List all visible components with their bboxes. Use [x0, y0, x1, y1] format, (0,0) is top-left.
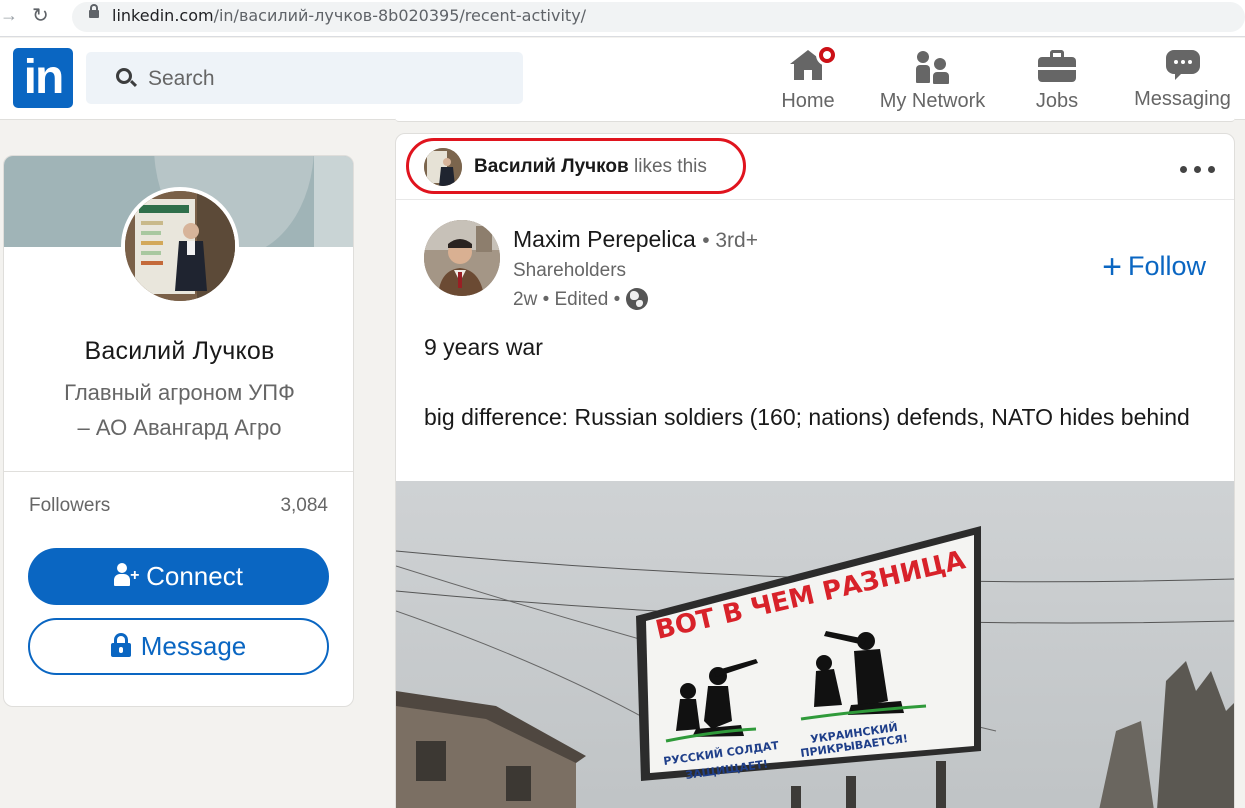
profile-name[interactable]: Василий Лучков: [4, 337, 353, 366]
search-input[interactable]: [148, 65, 508, 93]
followers-label: Followers: [29, 495, 111, 516]
search-icon: [116, 68, 132, 84]
lock-icon: [89, 4, 99, 18]
author-avatar[interactable]: [424, 220, 500, 296]
nav-item-messaging[interactable]: Messaging: [1125, 38, 1240, 120]
plus-icon: +: [1102, 248, 1122, 286]
activity-header: Василий Лучков likes this: [396, 134, 1234, 200]
home-icon: [788, 44, 838, 80]
nav-item-jobs[interactable]: Jobs: [1022, 38, 1092, 120]
nav-label-my-network: My Network: [879, 90, 986, 112]
messaging-icon: [1165, 50, 1200, 80]
network-icon: [915, 50, 950, 84]
forward-arrow-icon[interactable]: →: [0, 5, 18, 26]
reload-icon[interactable]: ↻: [32, 3, 49, 28]
connection-degree: • 3rd+: [702, 229, 758, 252]
lock-icon: [110, 633, 131, 657]
follow-button[interactable]: + Follow: [1102, 248, 1206, 287]
nav-label-jobs: Jobs: [1035, 90, 1079, 112]
nav-label-home: Home: [781, 90, 835, 112]
jobs-icon: [1038, 50, 1076, 82]
message-button-label: Message: [140, 631, 247, 661]
linkedin-logo[interactable]: in: [13, 48, 73, 108]
globe-icon: [626, 288, 649, 310]
add-person-icon: +: [114, 563, 140, 587]
profile-avatar[interactable]: [121, 187, 239, 305]
connect-button-label: Connect: [146, 561, 243, 591]
connect-button[interactable]: + Connect: [28, 548, 329, 605]
author-name[interactable]: Maxim Perepelica • 3rd+: [513, 226, 758, 253]
url-field[interactable]: linkedin.com/in/василий-лучков-8b020395/…: [72, 2, 1245, 32]
author-subtitle: Shareholders: [513, 260, 627, 281]
divider: [4, 471, 353, 472]
notification-dot: [816, 44, 838, 66]
url-text[interactable]: linkedin.com/in/василий-лучков-8b020395/…: [112, 6, 586, 25]
profile-headline: Главный агроном УПФ – АО Авангард Агро: [34, 375, 325, 445]
nav-item-home[interactable]: Home: [770, 38, 846, 120]
follow-button-label: Follow: [1127, 251, 1206, 281]
post-text-line1: 9 years war: [424, 334, 543, 360]
browser-address-bar: → ↻ linkedin.com/in/василий-лучков-8b020…: [0, 0, 1245, 37]
message-button[interactable]: Message: [28, 618, 329, 675]
previous-post-edge: [395, 118, 1235, 122]
highlight-annotation: [406, 138, 746, 194]
profile-headline-line1: Главный агроном УПФ: [64, 380, 295, 405]
post-body: 9 years war big difference: Russian sold…: [424, 330, 1204, 435]
linkedin-top-nav: in Home My Network Jobs Messaging: [0, 38, 1245, 120]
post-image[interactable]: ВОТ В ЧЕМ РАЗНИЦА РУССКИЙ СОЛДАТ ЗАЩИЩАЕ…: [396, 481, 1234, 808]
search-box[interactable]: [86, 52, 523, 104]
more-options-icon[interactable]: [1178, 156, 1218, 180]
post-meta: 2w • Edited •: [513, 288, 649, 311]
nav-label-messaging: Messaging: [1134, 88, 1231, 110]
profile-card: Василий Лучков Главный агроном УПФ – АО …: [3, 155, 354, 707]
followers-count: 3,084: [280, 495, 328, 516]
post-text-line2: big difference: Russian soldiers (160; n…: [424, 404, 1190, 430]
feed-post: Василий Лучков likes this Maxim Perepeli…: [395, 133, 1235, 808]
profile-headline-line2: – АО Авангард Агро: [77, 415, 282, 440]
nav-item-my-network[interactable]: My Network: [870, 38, 995, 120]
